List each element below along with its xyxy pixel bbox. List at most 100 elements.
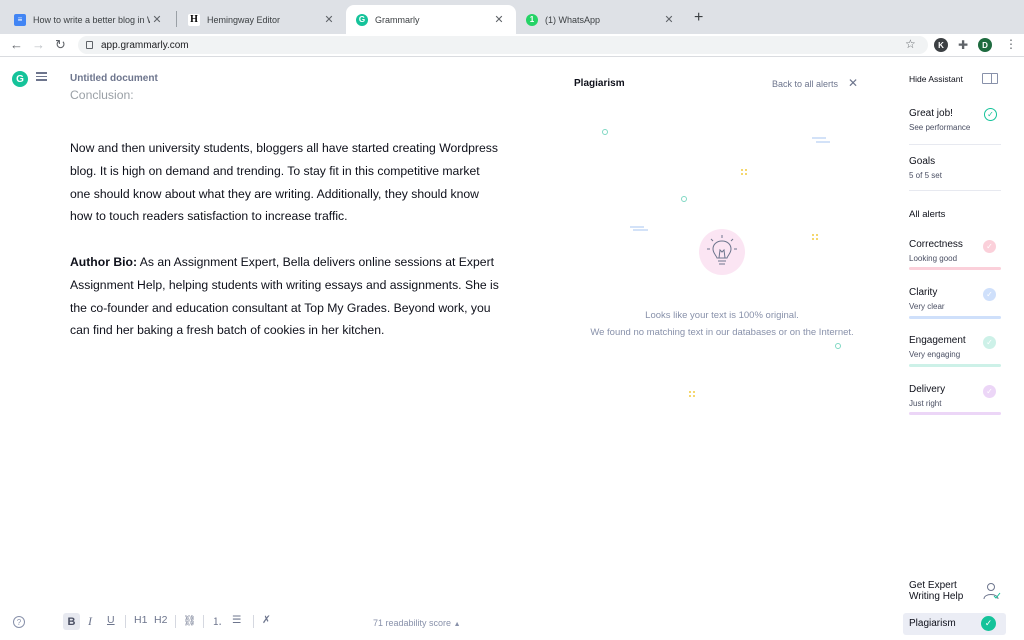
browser-tab-bar: ≡ How to write a better blog in W ✕ H He…	[0, 0, 1024, 34]
engagement-bar	[909, 364, 1001, 367]
category-correctness[interactable]: Correctness Looking good	[909, 239, 963, 263]
tab-divider	[176, 11, 177, 27]
heading1-button[interactable]: H1	[134, 614, 147, 626]
link-icon[interactable]: ⛓	[183, 614, 196, 627]
great-job-label: Great job!	[909, 108, 953, 119]
plagiarism-result-message: Looks like your text is 100% original.	[645, 310, 799, 321]
tab-blog-doc[interactable]: ≡ How to write a better blog in W ✕	[4, 5, 174, 34]
tab-title: Hemingway Editor	[207, 14, 281, 25]
browser-toolbar: ← → ↻ app.grammarly.com ☆ K ✚ D ⋮	[0, 34, 1024, 57]
goals-status: 5 of 5 set	[909, 171, 942, 180]
paragraph: Now and then university students, blogge…	[70, 141, 498, 224]
category-name: Engagement	[909, 335, 966, 346]
engagement-check-icon: ✓	[983, 336, 996, 349]
category-name: Clarity	[909, 287, 938, 298]
document-editor[interactable]: Conclusion: Now and then university stud…	[70, 89, 500, 365]
readability-score-text: 71 readability score	[373, 618, 452, 628]
tab-title: How to write a better blog in W	[33, 14, 150, 25]
address-bar[interactable]: app.grammarly.com	[78, 36, 928, 54]
assistant-sidebar: Hide Assistant Great job! See performanc…	[897, 57, 1024, 640]
toolbar-divider	[125, 615, 126, 628]
profile-avatar[interactable]: D	[978, 38, 992, 52]
clear-formatting-icon[interactable]: ✗	[262, 614, 271, 626]
extensions-puzzle-icon[interactable]: ✚	[956, 38, 970, 52]
expert-line-1: Get Expert	[909, 580, 957, 591]
document-menu-button[interactable]	[36, 70, 60, 86]
browser-menu-icon[interactable]: ⋮	[1005, 37, 1017, 51]
forward-arrow-icon[interactable]: →	[32, 37, 45, 52]
correctness-bar	[909, 267, 1001, 270]
grammarly-icon: G	[356, 13, 368, 26]
plagiarism-result-detail: We found no matching text in our databas…	[590, 327, 854, 338]
toolbar-divider	[203, 615, 204, 628]
category-clarity[interactable]: Clarity Very clear	[909, 287, 945, 311]
see-performance-link[interactable]: See performance	[909, 123, 970, 132]
faded-heading: Conclusion:	[70, 89, 134, 102]
back-arrow-icon[interactable]: ←	[10, 37, 23, 52]
numbered-list-icon[interactable]: ⒈	[212, 614, 223, 629]
hide-assistant-button[interactable]: Hide Assistant	[909, 74, 963, 84]
delivery-bar	[909, 412, 1001, 415]
panel-toggle-icon[interactable]	[982, 73, 998, 84]
checkmark-icon: ✓	[984, 108, 997, 121]
all-alerts-link[interactable]: All alerts	[909, 209, 945, 220]
expert-line-2: Writing Help	[909, 591, 964, 602]
back-to-all-alerts-link[interactable]: Back to all alerts	[772, 79, 838, 89]
tab-whatsapp[interactable]: 1 (1) WhatsApp ✕	[516, 5, 686, 34]
plagiarism-label: Plagiarism	[909, 618, 956, 629]
category-name: Delivery	[909, 384, 946, 395]
clarity-check-icon: ✓	[983, 288, 996, 301]
toolbar-divider	[253, 615, 254, 628]
author-bio-paragraph: Author Bio: As an Assignment Expert, Bel…	[70, 251, 500, 342]
whatsapp-icon: 1	[526, 13, 538, 26]
reload-icon[interactable]: ↻	[55, 37, 66, 53]
performance-card[interactable]: Great job! See performance	[909, 108, 970, 132]
new-tab-button[interactable]: +	[694, 9, 703, 27]
bookmark-star-icon[interactable]: ☆	[905, 37, 916, 51]
close-icon[interactable]: ✕	[322, 13, 336, 26]
google-docs-icon: ≡	[14, 13, 26, 26]
hemingway-icon: H	[188, 13, 200, 26]
category-status: Just right	[909, 399, 942, 408]
tab-hemingway[interactable]: H Hemingway Editor ✕	[178, 5, 346, 34]
category-engagement[interactable]: Engagement Very engaging	[909, 335, 966, 359]
category-status: Looking good	[909, 254, 958, 263]
heading2-button[interactable]: H2	[154, 614, 167, 626]
readability-score[interactable]: 71 readability score ▲	[373, 618, 461, 628]
category-delivery[interactable]: Delivery Just right	[909, 384, 945, 408]
grammarly-app: G Untitled document Conclusion: Now and …	[0, 57, 1024, 640]
italic-button[interactable]: I	[88, 614, 92, 629]
close-icon[interactable]: ✕	[492, 13, 506, 26]
divider	[909, 144, 1001, 145]
get-expert-writing-help-button[interactable]: Get Expert Writing Help	[909, 580, 963, 602]
underline-button[interactable]: U	[107, 614, 115, 626]
checkmark-icon: ✓	[981, 616, 996, 631]
url-text: app.grammarly.com	[101, 39, 189, 51]
goals-label: Goals	[909, 156, 936, 167]
close-icon[interactable]: ✕	[662, 13, 676, 26]
tab-title: (1) WhatsApp	[545, 14, 601, 25]
plagiarism-button[interactable]: Plagiarism ✓	[903, 613, 1006, 635]
grammarly-logo-icon[interactable]: G	[12, 71, 28, 87]
correctness-check-icon: ✓	[983, 240, 996, 253]
tab-title: Grammarly	[375, 14, 420, 25]
toolbar-divider	[175, 615, 176, 628]
close-icon[interactable]: ✕	[150, 13, 164, 26]
bio-label: Author Bio:	[70, 254, 138, 269]
extension-k-icon[interactable]: K	[934, 38, 948, 52]
bold-button[interactable]: B	[63, 613, 80, 630]
expert-person-icon	[983, 582, 1001, 603]
close-icon[interactable]: ✕	[848, 76, 858, 90]
bulleted-list-icon[interactable]: ☰	[232, 614, 241, 626]
plagiarism-title: Plagiarism	[574, 78, 625, 89]
category-status: Very clear	[909, 302, 945, 311]
divider	[909, 190, 1001, 191]
caret-up-icon: ▲	[453, 621, 461, 628]
category-status: Very engaging	[909, 350, 961, 359]
goals-card[interactable]: Goals 5 of 5 set	[909, 156, 942, 180]
help-icon[interactable]: ?	[13, 616, 25, 628]
document-title[interactable]: Untitled document	[70, 73, 158, 84]
clarity-bar	[909, 316, 1001, 319]
lightbulb-icon	[699, 229, 745, 275]
tab-grammarly[interactable]: G Grammarly ✕	[346, 5, 516, 34]
